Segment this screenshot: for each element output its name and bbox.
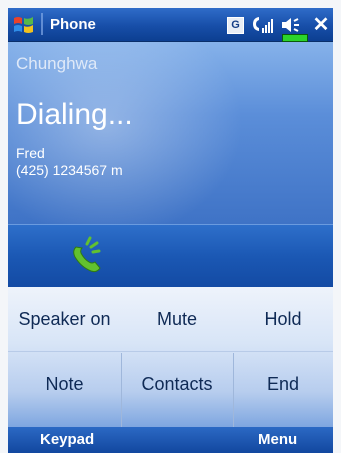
keypad-softkey[interactable]: Keypad [40,431,94,448]
phone-handset-icon [73,236,101,273]
close-icon[interactable]: ✕ [311,15,331,35]
contact-number: (425) 1234567 m [16,162,123,178]
button-divider [8,351,333,352]
call-status: Dialing... [16,98,133,131]
signal-icon[interactable] [250,14,276,36]
phone-screen: Phone G ✕ Chunghwa Dialing... Fred (425)… [8,8,333,453]
title-separator [41,13,43,35]
network-indicator[interactable]: G [227,17,244,34]
speaker-on-button[interactable]: Speaker on [8,287,121,351]
button-divider [233,353,234,427]
call-controls: Speaker on Mute Hold Note Contacts End [8,287,333,427]
speaker-icon[interactable] [279,14,303,36]
call-info-panel: Chunghwa Dialing... Fred (425) 1234567 m [8,42,333,224]
app-title: Phone [50,16,96,33]
operator-name: Chunghwa [16,54,98,73]
button-divider [121,353,122,427]
mute-button[interactable]: Mute [121,287,233,351]
call-icon-strip [8,224,333,288]
hold-button[interactable]: Hold [233,287,333,351]
end-call-button[interactable]: End [233,351,333,417]
windows-start-icon[interactable] [12,14,36,36]
contacts-button[interactable]: Contacts [121,351,233,417]
contact-name: Fred [16,145,45,161]
soft-key-bar: Keypad Menu [8,427,333,453]
battery-icon [282,34,308,42]
note-button[interactable]: Note [8,351,121,417]
title-bar: Phone G ✕ [8,8,333,42]
menu-softkey[interactable]: Menu [258,431,297,448]
